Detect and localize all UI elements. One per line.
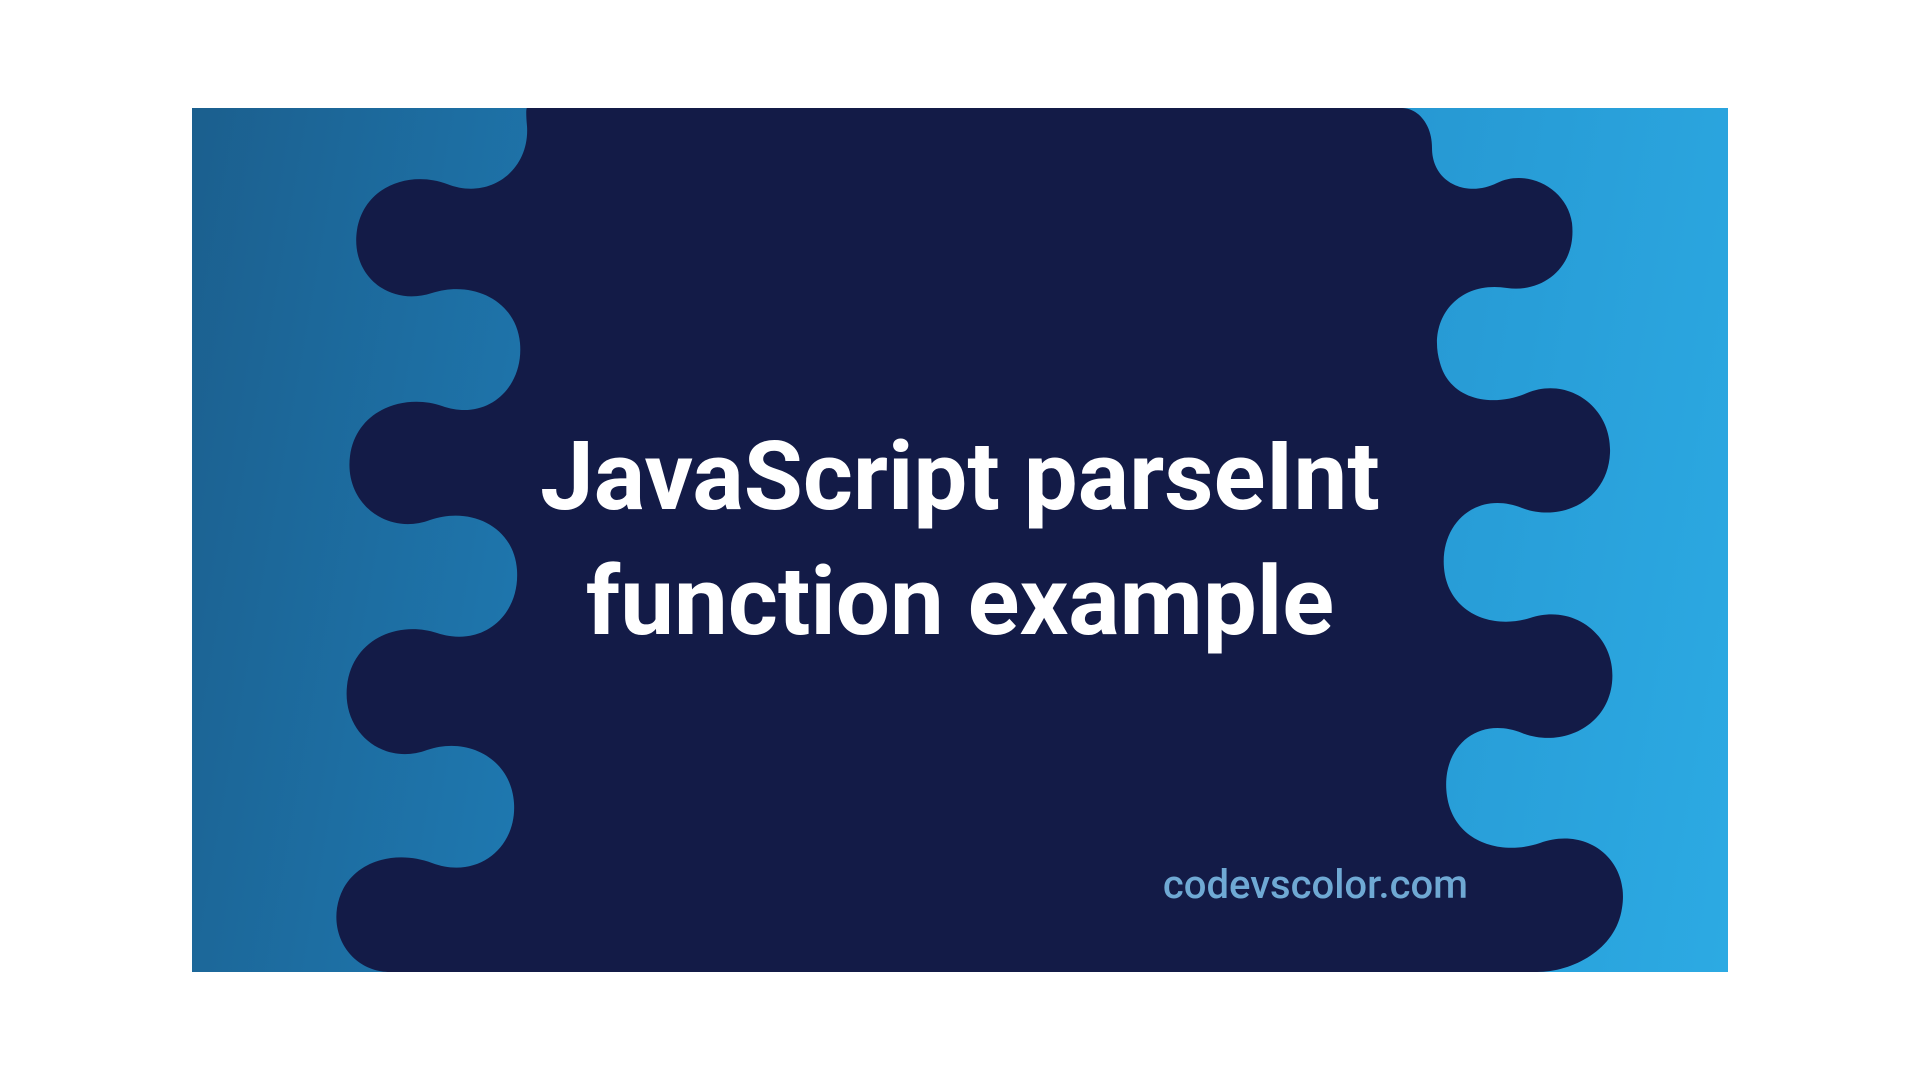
site-credit: codevscolor.com [1163, 861, 1468, 908]
hero-card: JavaScript parseInt function example cod… [192, 108, 1728, 972]
blob-shape [192, 108, 1728, 972]
